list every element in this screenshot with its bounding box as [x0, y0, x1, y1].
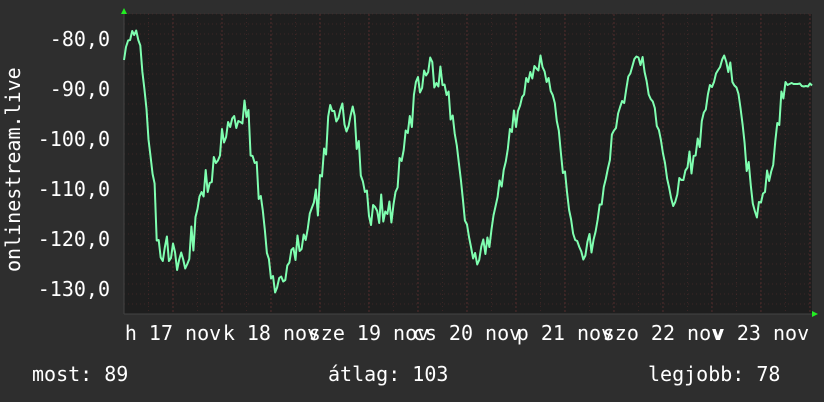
y-tick-label: -110,0: [38, 177, 110, 201]
x-tick-label: sze 19 nov: [309, 321, 429, 345]
x-tick-label: h 17 nov: [125, 321, 221, 345]
y-tick-label: -130,0: [38, 277, 110, 301]
y-axis-arrow-icon: [121, 8, 127, 14]
y-tick-label: -90,0: [50, 77, 110, 101]
average-value-label: átlag: 103: [328, 362, 449, 386]
x-axis-arrow-icon: [812, 311, 818, 317]
chart: -80,0 -90,0 -100,0 -110,0 -120,0 -130,0 h 17 …: [1, 8, 818, 345]
y-tick-labels: -80,0 -90,0 -100,0 -110,0 -120,0 -130,0: [38, 27, 110, 301]
y-tick-label: -80,0: [50, 27, 110, 51]
best-value-label: legjobb: 78: [648, 362, 781, 386]
y-tick-label: -100,0: [38, 127, 110, 151]
x-tick-label: cs 20 nov: [413, 321, 521, 345]
current-value-label: most: 89: [32, 362, 129, 386]
x-tick-labels: h 17 nov k 18 novsze 19 novcs 20 novp 21 …: [125, 321, 809, 345]
x-tick-label: p 21 nov: [517, 321, 613, 345]
y-axis-label: onlinestream.live: [1, 67, 25, 272]
x-tick-label: v 23 nov: [713, 321, 809, 345]
x-tick-label: szo 22 nov: [603, 321, 723, 345]
x-tick-label: k 18 nov: [223, 321, 319, 345]
y-tick-label: -120,0: [38, 227, 110, 251]
